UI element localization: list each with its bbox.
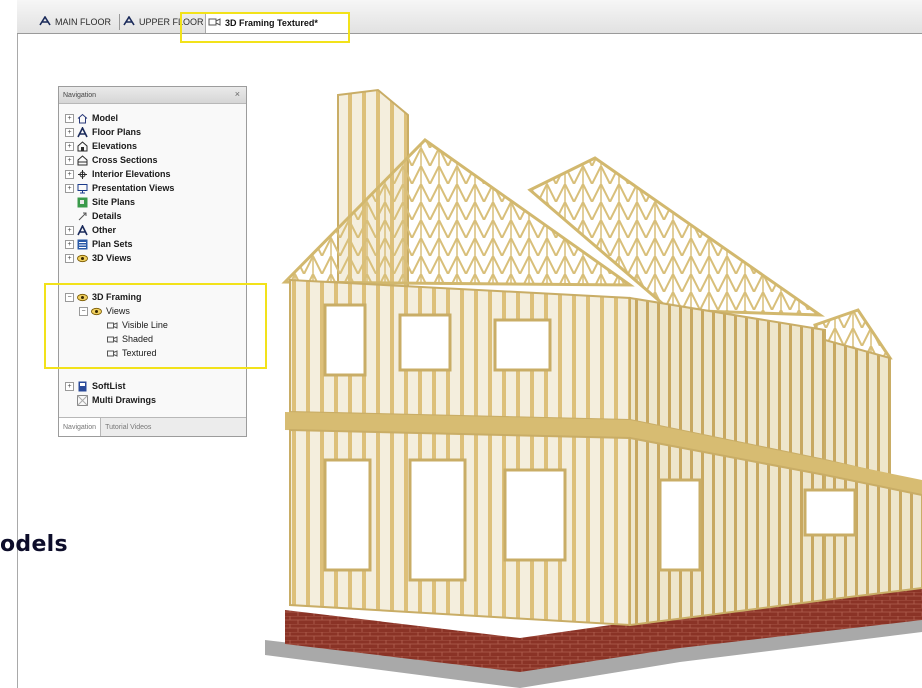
expand-icon[interactable]: +: [65, 225, 74, 235]
tree-item-label: Multi Drawings: [92, 395, 157, 405]
main-roof-trusses: [527, 156, 826, 317]
elevation-icon: [77, 140, 88, 152]
window-opening: [803, 488, 857, 537]
expand-icon[interactable]: +: [65, 253, 74, 263]
model-house-icon: [77, 113, 88, 124]
tree-item-multi-drawings[interactable]: + Multi Drawings: [65, 393, 156, 407]
tree-item-label: Cross Sections: [92, 155, 158, 165]
tree-item-softlist[interactable]: + SoftList: [65, 379, 126, 393]
expand-icon[interactable]: +: [65, 169, 74, 179]
window-opening: [323, 303, 367, 377]
tree-item-label: Plan Sets: [92, 239, 133, 249]
tab-tutorial-videos[interactable]: Tutorial Videos: [101, 424, 155, 431]
expand-icon[interactable]: +: [65, 141, 74, 151]
floor-plan-icon: [77, 125, 88, 138]
expand-icon[interactable]: +: [65, 381, 74, 391]
tree-item-3d-views[interactable]: + 3D Views: [65, 251, 131, 265]
cross-section-icon: [77, 154, 88, 166]
left-edge-panel: [0, 0, 18, 688]
presentation-icon: [77, 183, 88, 194]
tree-item-floor-plans[interactable]: + Floor Plans: [65, 125, 141, 139]
door-opening: [408, 458, 467, 582]
tree-item-label: Elevations: [92, 141, 138, 151]
tree-item-cross-sections[interactable]: + Cross Sections: [65, 153, 158, 167]
window-opening: [493, 318, 552, 372]
window-opening: [398, 313, 452, 372]
tree-item-label: SoftList: [92, 381, 126, 391]
tree-item-label: Site Plans: [92, 197, 136, 207]
tree-item-interior-elevations[interactable]: + Interior Elevations: [65, 167, 171, 181]
document-tab-bar: MAIN FLOOR UPPER FLOOR 3D Framing Textur…: [17, 0, 922, 34]
floor-plan-icon: [39, 15, 51, 28]
interior-elevation-icon: [77, 169, 88, 180]
plan-sets-icon: [77, 239, 88, 250]
floor-plan-icon: [123, 15, 135, 28]
tree-item-presentation-views[interactable]: + Presentation Views: [65, 181, 174, 195]
door-opening: [323, 458, 372, 572]
navigation-title-bar: Navigation ×: [59, 87, 246, 104]
tree-item-label: Interior Elevations: [92, 169, 171, 179]
tab-navigation[interactable]: Navigation: [59, 418, 102, 436]
tab-main-floor[interactable]: MAIN FLOOR: [37, 12, 117, 32]
tree-item-other[interactable]: + Other: [65, 223, 116, 237]
caption-text: odels: [0, 532, 68, 557]
expand-icon[interactable]: +: [65, 239, 74, 249]
expand-icon[interactable]: +: [65, 183, 74, 193]
tree-item-elevations[interactable]: + Elevations: [65, 139, 137, 153]
framing-highlight-box: [44, 283, 267, 369]
tab-label: MAIN FLOOR: [55, 17, 112, 27]
tree-item-site-plans[interactable]: + Site Plans: [65, 195, 135, 209]
3d-framing-viewport[interactable]: [250, 40, 922, 688]
tab-highlight-box: [180, 12, 350, 43]
window-opening: [503, 468, 567, 562]
tree-item-label: 3D Views: [92, 253, 132, 263]
tree-item-details[interactable]: + Details: [65, 209, 122, 223]
site-plan-icon: [77, 197, 88, 208]
navigation-title: Navigation: [63, 91, 97, 99]
tree-item-label: Model: [92, 113, 118, 123]
tab-separator: [119, 14, 120, 30]
multi-drawings-icon: [77, 394, 88, 406]
details-icon: [77, 211, 88, 222]
tree-item-label: Floor Plans: [92, 127, 142, 137]
softlist-icon: [77, 381, 88, 392]
close-icon[interactable]: ×: [235, 89, 240, 99]
tree-item-model[interactable]: + Model: [65, 111, 118, 125]
expand-icon[interactable]: +: [65, 113, 74, 123]
tree-item-label: Presentation Views: [92, 183, 175, 193]
navigation-bottom-tabs: Navigation Tutorial Videos: [59, 417, 246, 436]
tree-item-plan-sets[interactable]: + Plan Sets: [65, 237, 133, 251]
expand-icon[interactable]: +: [65, 155, 74, 165]
tree-item-label: Details: [92, 211, 122, 221]
window-opening: [658, 478, 702, 572]
tree-item-label: Other: [92, 225, 117, 235]
navigation-panel: Navigation × + Model + Floor Plans + Ele…: [58, 86, 247, 437]
expand-icon[interactable]: +: [65, 127, 74, 137]
eye-icon: [77, 253, 88, 264]
other-icon: [77, 223, 88, 236]
right-upper-wing: [824, 338, 891, 477]
